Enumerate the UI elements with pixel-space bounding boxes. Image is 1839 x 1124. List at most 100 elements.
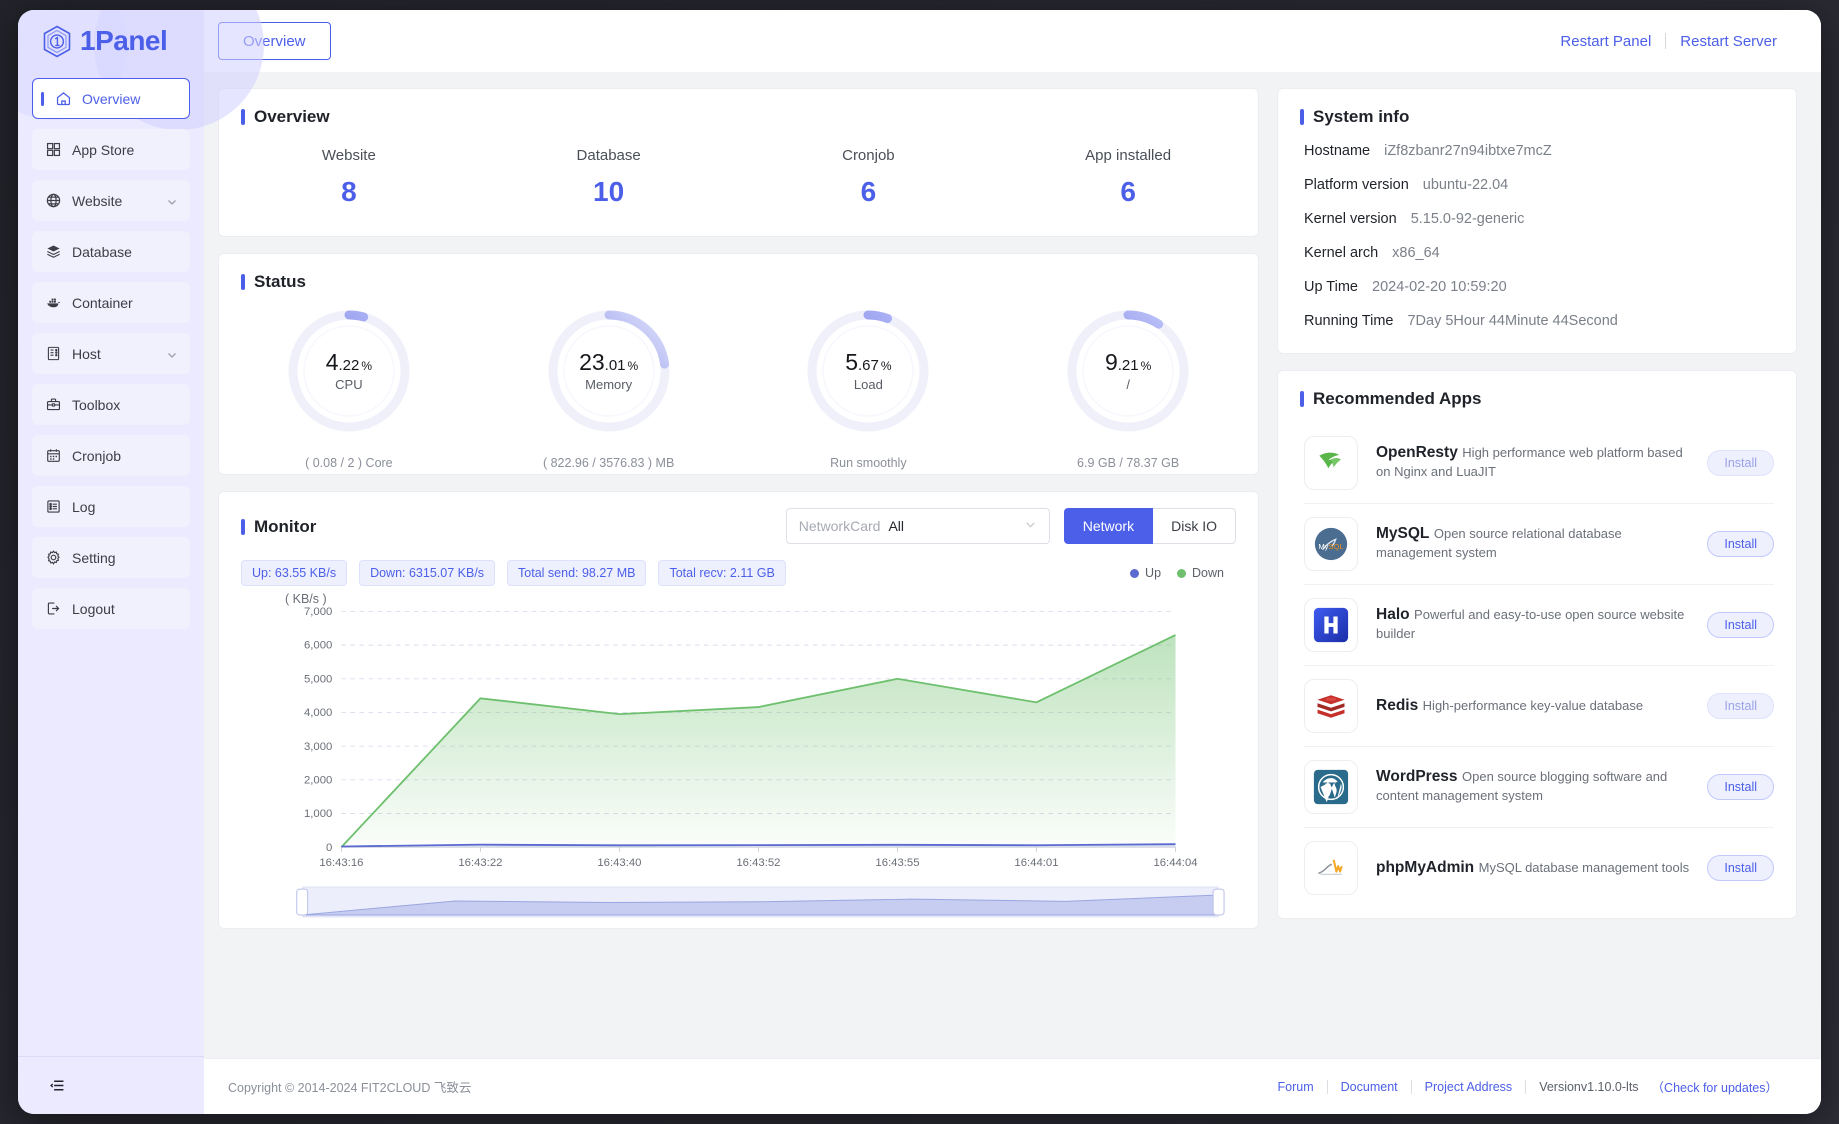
row-value: 5.15.0-92-generic [1410, 211, 1525, 227]
install-button[interactable]: Install [1707, 612, 1774, 638]
sidebar-item-label: Log [72, 498, 96, 515]
install-button[interactable]: Install [1707, 855, 1774, 881]
system-info-row: Running Time 7Day 5Hour 44Minute 44Secon… [1304, 313, 1796, 329]
gauge-sub: ( 822.96 / 3576.83 ) MB [542, 456, 675, 470]
sidebar-item-log[interactable]: Log [32, 486, 190, 527]
gear-icon [44, 549, 62, 567]
row-value: ubuntu-22.04 [1422, 177, 1509, 193]
gauge-center: 23.01% Memory [546, 308, 672, 434]
grid-apps-icon [44, 141, 62, 159]
footer-link-forum[interactable]: Forum [1265, 1080, 1327, 1094]
sidebar-item-app-store[interactable]: App Store [32, 129, 190, 170]
system-info-row: Kernel version 5.15.0-92-generic [1304, 211, 1796, 227]
sidebar-item-database[interactable]: Database [32, 231, 190, 272]
legend-label: Down [1192, 566, 1224, 580]
active-indicator [41, 91, 44, 106]
system-info-row: Platform version ubuntu-22.04 [1304, 177, 1796, 193]
phpmyadmin-icon [1304, 841, 1358, 895]
gauge-name: Memory [585, 376, 633, 392]
tag-total-recv: Total recv: 2.11 GB [658, 560, 786, 586]
row-value: 2024-02-20 10:59:20 [1372, 279, 1507, 295]
gauge-disk: 9.21% / 6.9 GB / 78.37 GB [998, 308, 1258, 470]
tag-total-send: Total send: 98.27 MB [507, 560, 647, 586]
status-card: Status 4.22 % CPU (0.08 / 2) Core 23.0… [218, 253, 1259, 475]
collapse-sidebar-icon[interactable] [48, 1077, 66, 1095]
stat-value: 6 [1120, 176, 1136, 207]
footer-link-document[interactable]: Document [1328, 1080, 1411, 1094]
sidebar-item-logout[interactable]: Logout [32, 588, 190, 629]
app-name: MySQL [1376, 525, 1430, 543]
footer: Copyright © 2014-2024 FIT2CLOUD 飞致云 Foru… [204, 1058, 1821, 1114]
overview-stat: App installed 6 [998, 147, 1258, 208]
chart-legend: Up Down [1130, 566, 1258, 580]
list-item: OpenResty High performance web platform … [1304, 423, 1774, 504]
networkcard-select[interactable]: NetworkCard All [785, 508, 1050, 544]
restart-server-link[interactable]: Restart Server [1666, 33, 1791, 50]
copyright-text: Copyright © 2014-2024 FIT2CLOUD 飞致云 [228, 1081, 472, 1095]
sidebar-item-setting[interactable]: Setting [32, 537, 190, 578]
install-button[interactable]: Install [1707, 450, 1774, 476]
stat-label: App installed [1085, 147, 1172, 164]
gauge-pct: % [361, 358, 373, 373]
chart-svg[interactable]: 0 1,000 2,000 3,000 4,000 5,000 6,000 7,000 16:4… [241, 606, 1236, 878]
svg-text:7,000: 7,000 [304, 606, 332, 618]
segment-disk-io[interactable]: Disk IO [1153, 508, 1236, 544]
sidebar-item-website[interactable]: Website [32, 180, 190, 221]
footer-link-project-address[interactable]: Project Address [1412, 1080, 1526, 1094]
topbar-actions: Restart Panel Restart Server [1546, 33, 1791, 50]
title-accent-bar [241, 109, 245, 125]
gauge-dec: .01 [604, 356, 626, 374]
row-key: Kernel arch [1304, 245, 1379, 261]
segment-network[interactable]: Network [1063, 508, 1154, 544]
legend-item-up[interactable]: Up [1130, 566, 1161, 580]
title-accent-bar [1300, 109, 1304, 125]
app-name: OpenResty [1376, 444, 1458, 462]
legend-item-down[interactable]: Down [1177, 566, 1224, 580]
sidebar-item-label: Host [72, 345, 101, 362]
install-button[interactable]: Install [1707, 693, 1774, 719]
gauge-cpu: 4.22% CPU ( 0.08 / 2 ) Core [219, 308, 479, 470]
install-button[interactable]: Install [1707, 531, 1774, 557]
stat-label: Database [576, 147, 641, 164]
sidebar-item-host[interactable]: Host [32, 333, 190, 374]
left-column: Overview Website 8 Database 10 Cronjob 6… [218, 88, 1259, 1058]
gauge-sub: Run smoothly [830, 456, 907, 470]
recommended-apps-card: Recommended Apps OpenResty High performa… [1277, 370, 1797, 919]
svg-text:6,000: 6,000 [304, 640, 332, 652]
chart-datazoom-slider[interactable] [241, 883, 1236, 923]
gauge-int: 9 [1104, 348, 1118, 375]
list-item: phpMyAdmin MySQL database management too… [1304, 828, 1774, 908]
tab-overview[interactable]: Overview [218, 22, 331, 60]
restart-panel-link[interactable]: Restart Panel [1546, 33, 1665, 50]
gauge-value: 23.01% [579, 348, 638, 375]
svg-text:1,000: 1,000 [304, 808, 332, 820]
sidebar-item-overview[interactable]: Overview [32, 78, 190, 119]
gauge-ring: 5.67% Load [805, 308, 931, 434]
sidebar-item-label: Website [72, 192, 123, 209]
legend-label: Up [1145, 566, 1162, 580]
sidebar-item-label: Setting [72, 549, 116, 566]
brand-name: 1Panel [80, 25, 168, 56]
gauge-value: 5.67% [845, 350, 891, 374]
tag-down: Down: 6315.07 KB/s [359, 560, 496, 586]
sidebar-item-container[interactable]: Container [32, 282, 190, 323]
app-window: 1Panel Overview App Store Website Databa… [18, 10, 1821, 1114]
recommended-apps-list: OpenResty High performance web platform … [1278, 409, 1796, 918]
recommended-apps-title: Recommended Apps [1278, 371, 1796, 409]
svg-text:5,000: 5,000 [304, 673, 332, 685]
gauge-int: 23 [579, 348, 605, 375]
sidebar-item-cronjob[interactable]: Cronjob [32, 435, 190, 476]
sidebar-item-toolbox[interactable]: Toolbox [32, 384, 190, 425]
sidebar-item-label: Container [72, 294, 133, 311]
gauge-dec: .21 [1117, 356, 1139, 374]
footer-check-updates[interactable]: （Check for updates） [1652, 1077, 1791, 1096]
gauge-memory: 23.01% Memory ( 822.96 / 3576.83 ) MB [479, 308, 739, 470]
svg-text:16:43:55: 16:43:55 [875, 857, 919, 869]
install-button[interactable]: Install [1707, 774, 1774, 800]
row-key: Kernel version [1304, 211, 1397, 227]
app-text: WordPress Open source blogging software … [1376, 768, 1689, 806]
system-info-row: Hostname iZf8zbanr27n94ibtxe7mcZ [1304, 143, 1796, 159]
docker-whale-icon [44, 294, 62, 312]
sidebar: 1Panel Overview App Store Website Databa… [18, 10, 264, 1114]
